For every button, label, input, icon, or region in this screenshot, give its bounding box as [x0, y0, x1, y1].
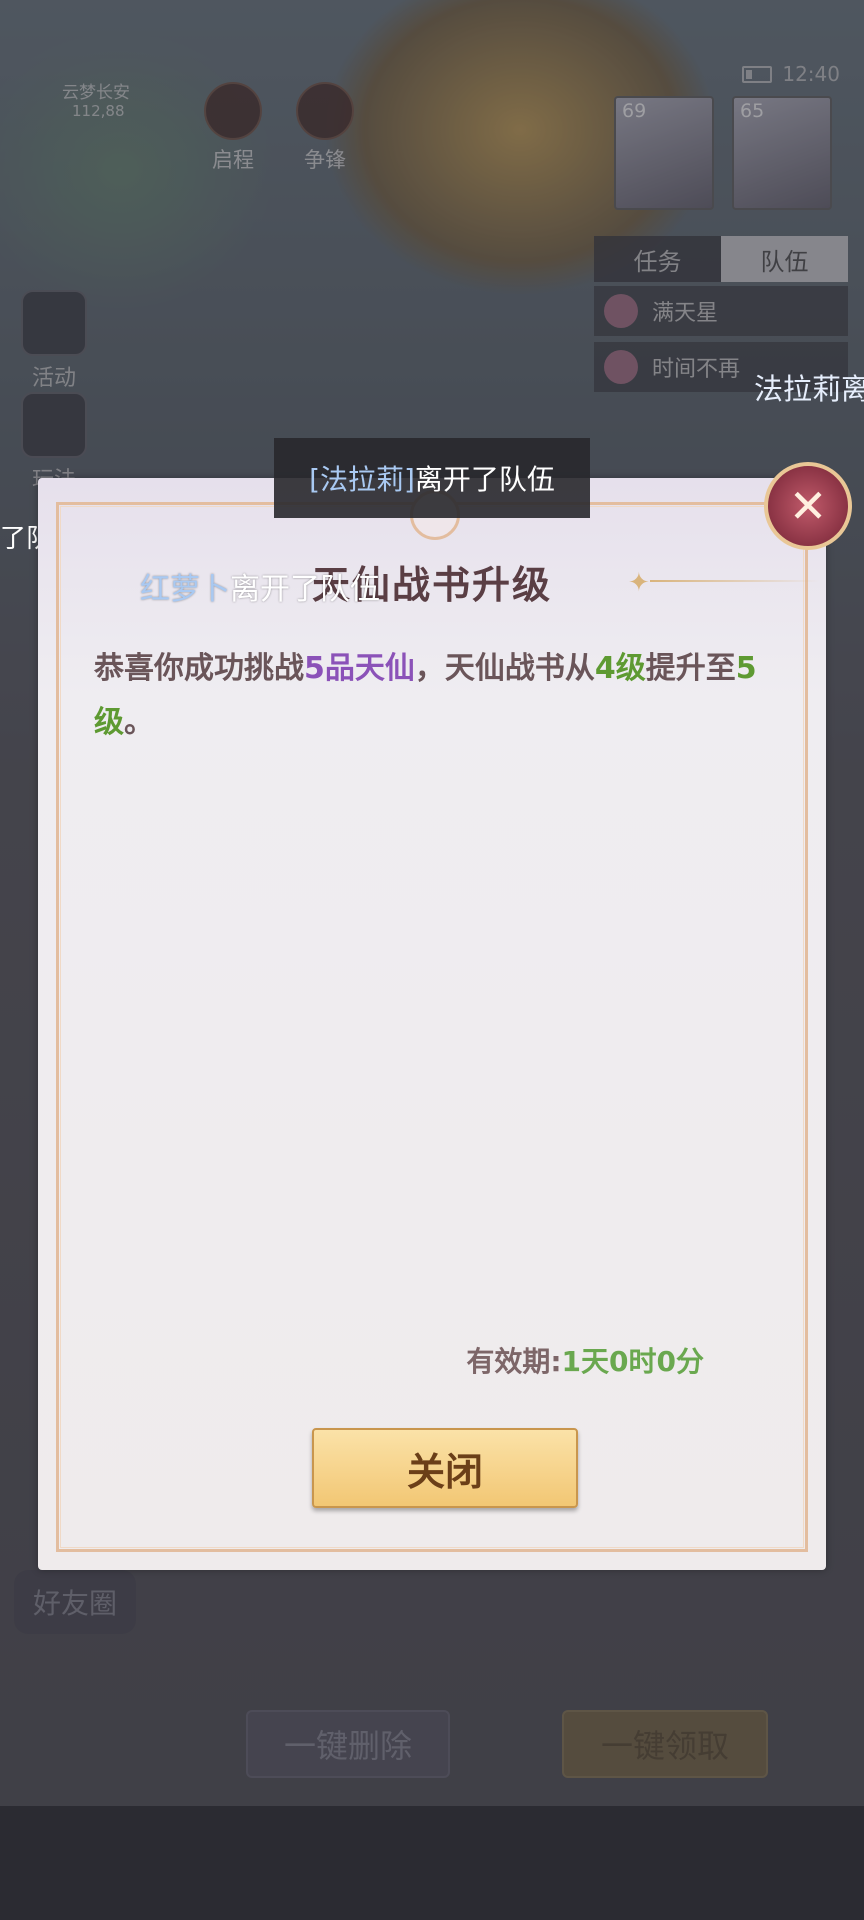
toast-text: 离开了队伍	[414, 463, 555, 496]
msg-text: 提升至	[645, 651, 736, 686]
validity-label: 有效期:	[466, 1345, 562, 1378]
msg-text: 。	[124, 705, 154, 740]
upgrade-dialog: 天仙战书升级 红萝卜离开了队伍 ✦ 恭喜你成功挑战5品天仙，天仙战书从4级提升至…	[38, 478, 826, 1570]
sparkle-icon: ✦	[628, 568, 650, 598]
msg-from-level: 4级	[594, 651, 646, 686]
floating-notice-right: 法拉莉离	[754, 372, 864, 406]
validity-value: 1天0时0分	[561, 1345, 704, 1378]
msg-rank: 5品天仙	[304, 651, 415, 686]
notice-text: 离开了队伍	[230, 572, 380, 607]
team-leave-notice: 红萝卜离开了队伍	[140, 564, 380, 608]
msg-text: 恭喜你成功挑战	[94, 651, 304, 686]
player-name: 红萝卜	[140, 572, 230, 607]
decorative-line	[650, 580, 820, 582]
validity-period: 有效期:1天0时0分	[466, 1340, 704, 1380]
close-icon[interactable]: ✕	[764, 462, 852, 550]
close-button[interactable]: 关闭	[312, 1428, 578, 1508]
msg-text: ，天仙战书从	[414, 651, 595, 686]
toast-notice: [法拉莉] 离开了队伍	[274, 438, 590, 518]
toast-player-name: [法拉莉]	[309, 463, 415, 496]
dialog-message: 恭喜你成功挑战5品天仙，天仙战书从4级提升至5级。	[94, 642, 784, 750]
